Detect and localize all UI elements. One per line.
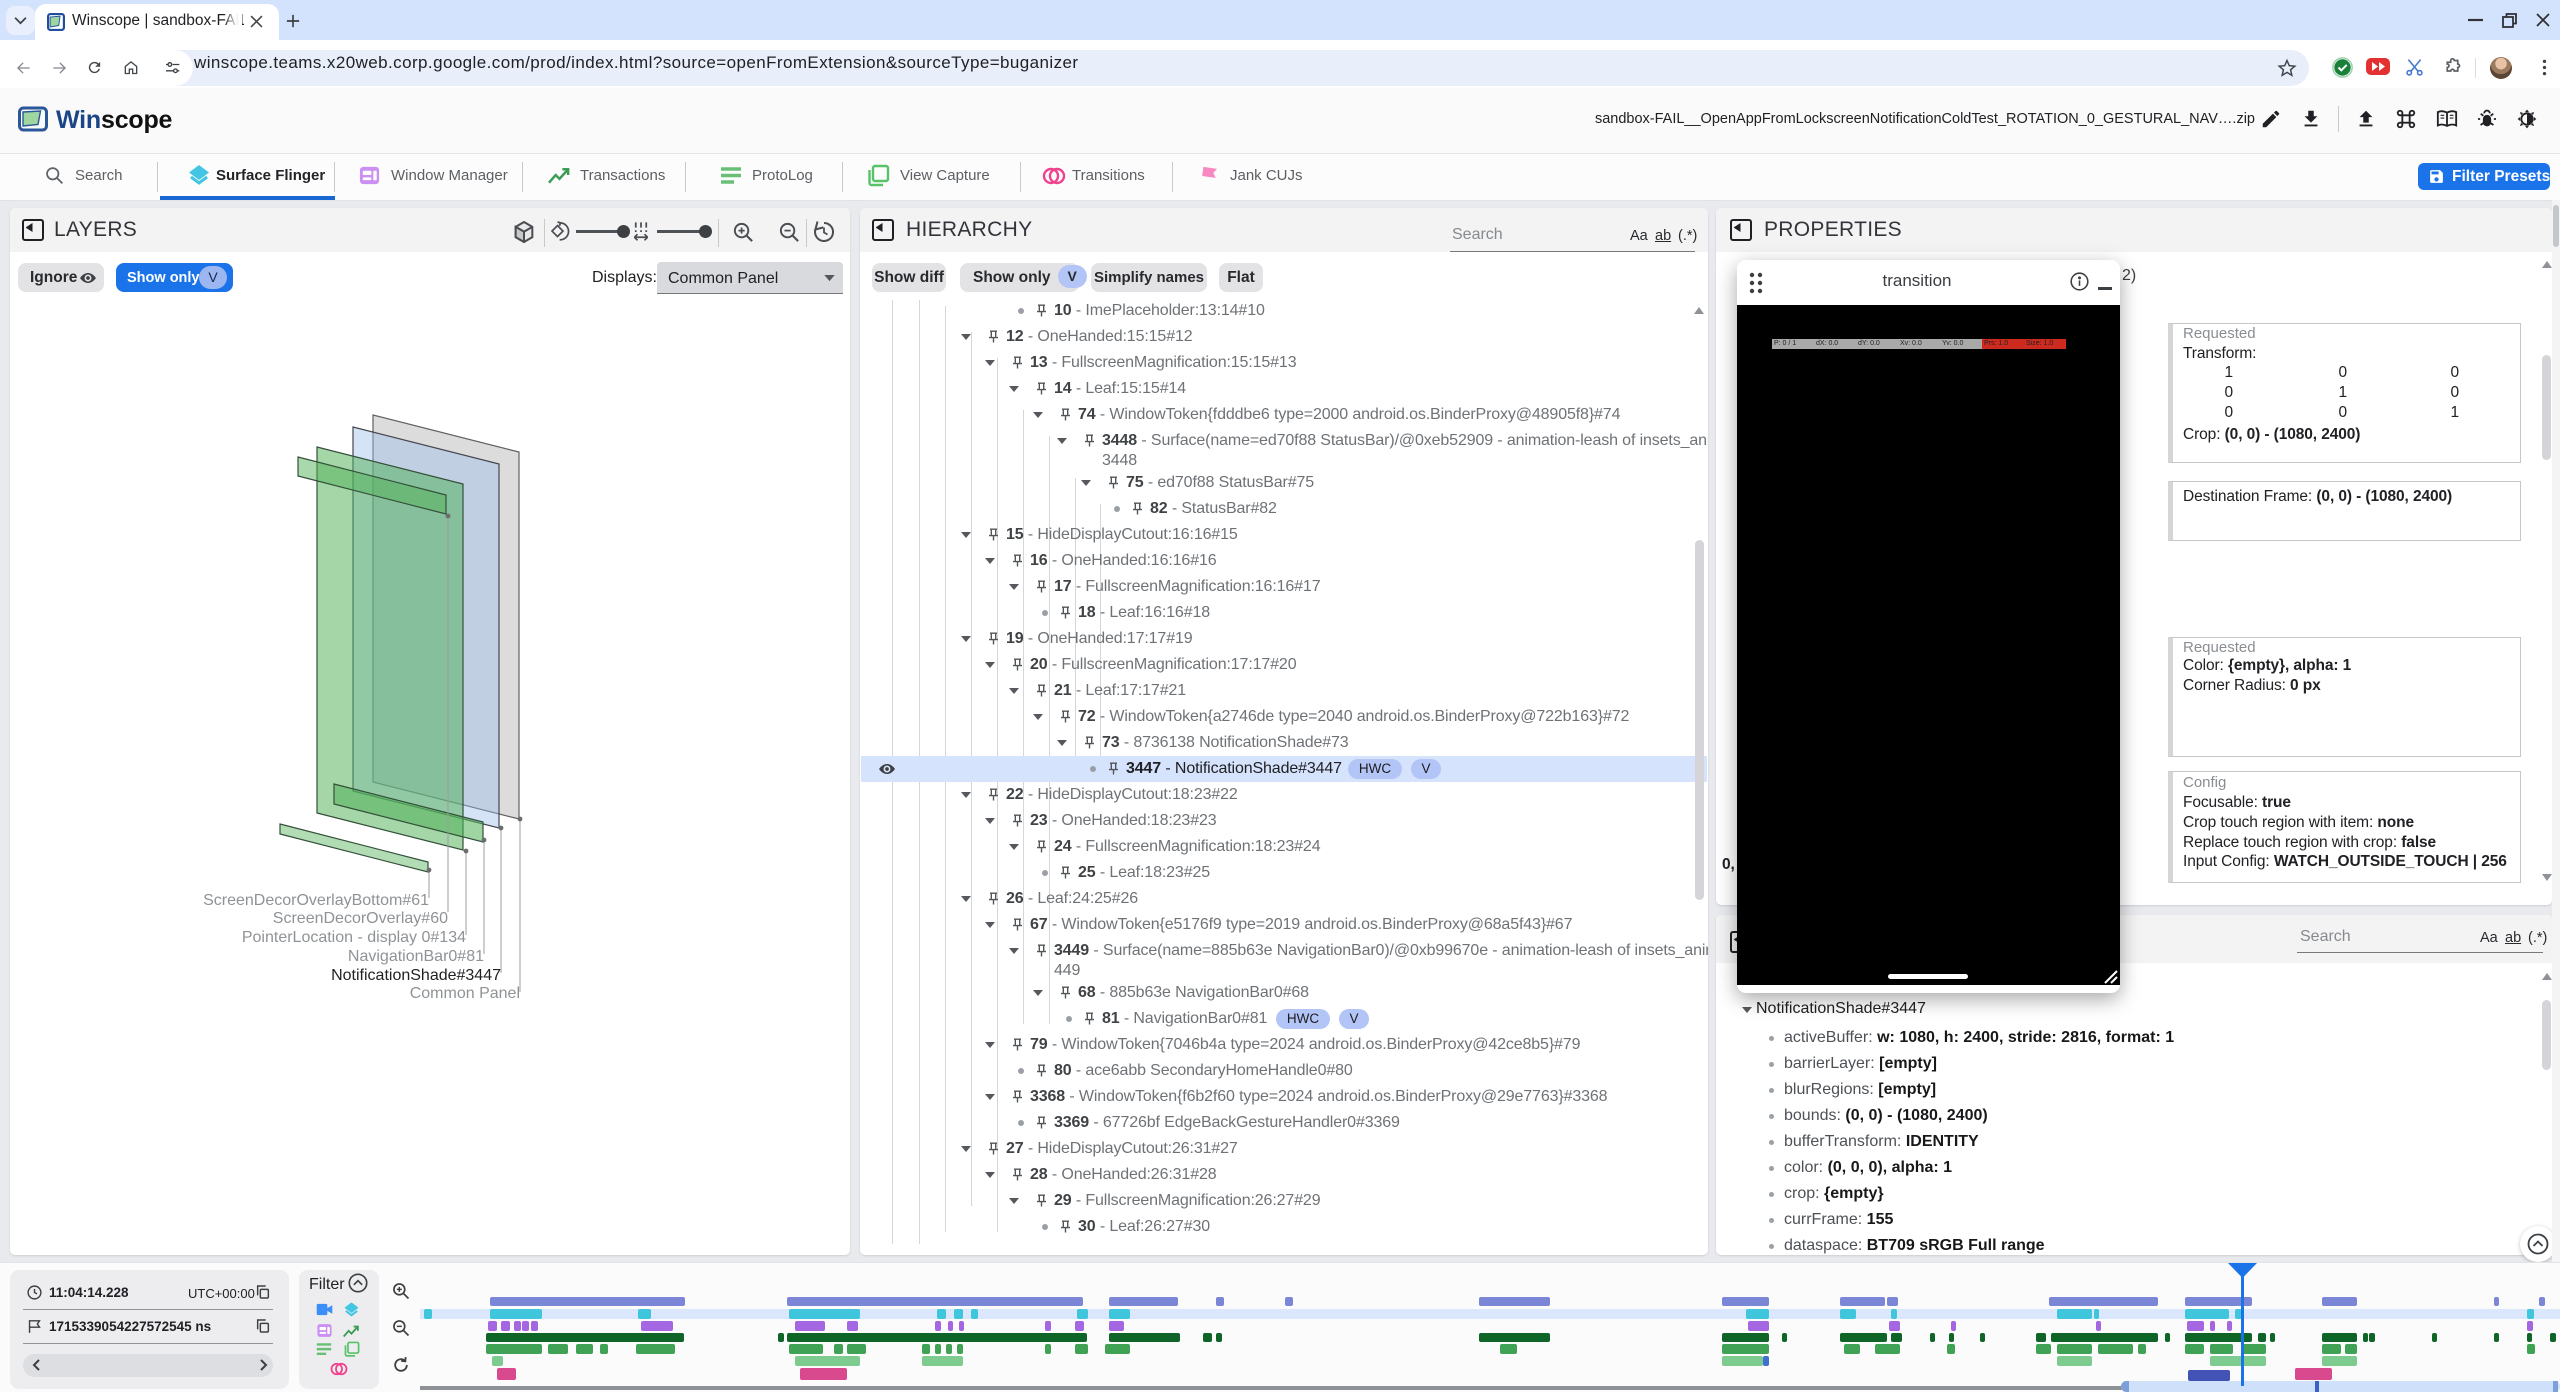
svg-text:ScreenDecorOverlay#60: ScreenDecorOverlay#60 — [273, 910, 448, 927]
svg-text:Common Panel: Common Panel — [410, 985, 520, 1002]
svg-text:ScreenDecorOverlayBottom#61: ScreenDecorOverlayBottom#61 — [203, 892, 429, 909]
svg-text:NavigationBar0#81: NavigationBar0#81 — [348, 948, 484, 965]
svg-text:NotificationShade#3447: NotificationShade#3447 — [331, 967, 501, 984]
svg-text:PointerLocation - display 0#13: PointerLocation - display 0#134 — [242, 929, 466, 946]
